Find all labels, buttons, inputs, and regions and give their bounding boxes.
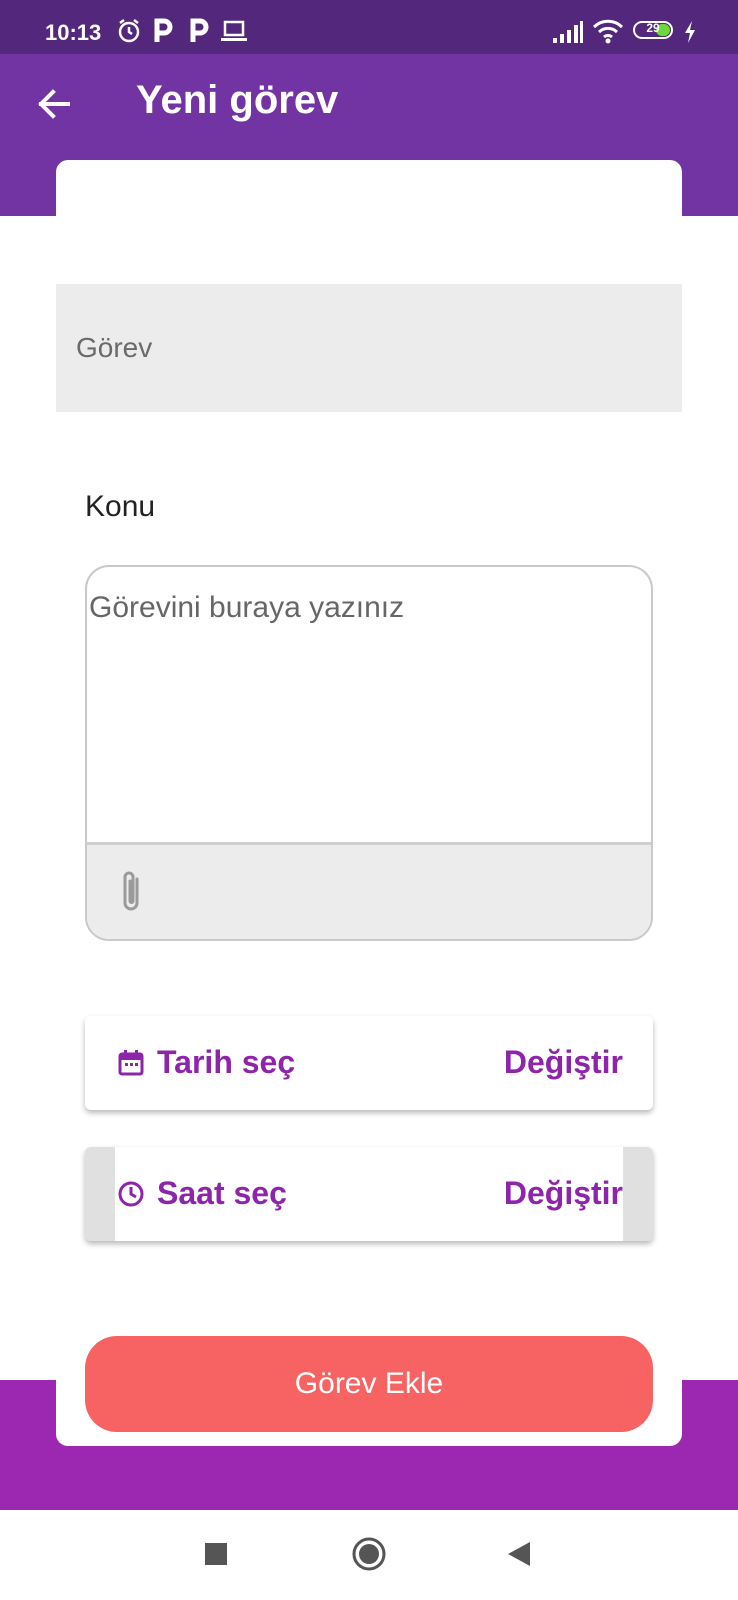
charging-icon <box>685 21 695 43</box>
time-picker-row[interactable]: Saat seç Değiştir <box>85 1147 653 1241</box>
status-bar: 10:13 29 <box>0 0 738 54</box>
description-box <box>85 565 653 941</box>
task-title-input[interactable] <box>56 284 682 412</box>
row-edge-left <box>85 1147 115 1241</box>
alarm-icon <box>118 19 140 43</box>
date-picker-row[interactable]: Tarih seç Değiştir <box>85 1016 653 1110</box>
subject-label: Konu <box>85 490 156 523</box>
description-toolbar <box>87 842 651 939</box>
time-label: Saat seç <box>157 1175 287 1211</box>
navigation-bar <box>0 1510 738 1600</box>
time-change-button[interactable]: Değiştir <box>504 1175 623 1212</box>
battery-icon: 29 <box>633 21 673 39</box>
paperclip-icon[interactable] <box>117 867 147 915</box>
parking-icon <box>190 18 209 42</box>
signal-icon <box>553 21 583 43</box>
clock-icon <box>118 1181 144 1207</box>
arrow-left-icon[interactable] <box>34 84 74 124</box>
date-change-button[interactable]: Değiştir <box>504 1044 623 1081</box>
recent-apps-icon[interactable] <box>196 1534 236 1574</box>
calendar-icon <box>118 1050 144 1076</box>
date-label: Tarih seç <box>157 1044 296 1080</box>
home-icon[interactable] <box>349 1534 389 1574</box>
laptop-icon <box>221 20 247 41</box>
add-task-button[interactable]: Görev Ekle <box>85 1336 653 1432</box>
description-input[interactable] <box>87 567 651 847</box>
page-title: Yeni görev <box>136 78 339 122</box>
battery-level: 29 <box>646 21 660 35</box>
back-icon[interactable] <box>500 1534 540 1574</box>
wifi-icon <box>592 19 624 44</box>
row-edge-right <box>623 1147 653 1241</box>
status-time: 10:13 <box>45 20 102 45</box>
parking-icon <box>154 18 173 42</box>
